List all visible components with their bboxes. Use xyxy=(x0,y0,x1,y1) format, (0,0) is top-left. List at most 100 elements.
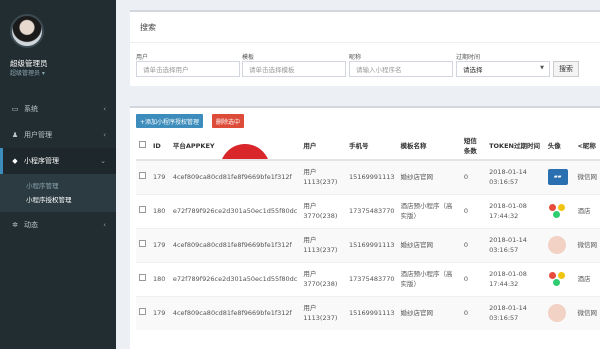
cell-nickname: 酒店 xyxy=(574,193,600,228)
cell-expire: 2018-01-14 03:16:57 xyxy=(486,159,545,194)
col-nickname[interactable]: <昵称 xyxy=(574,132,600,161)
cell-expire: 2018-01-08 17:44:32 xyxy=(486,261,545,296)
cell-expire: 2018-01-14 03:16:57 xyxy=(486,295,545,330)
user-role[interactable]: 超级管理员 ▾ xyxy=(10,68,80,77)
search-box-title: 搜索 xyxy=(140,23,156,32)
divider xyxy=(130,42,600,43)
table-header-row: ID 平台APPKEY 用户 手机号 模板名称 短信条数 TOKEN过期时间 头… xyxy=(136,132,600,161)
cell-id: 180 xyxy=(149,261,170,296)
cell-id: 180 xyxy=(149,193,170,228)
row-checkbox[interactable] xyxy=(136,227,150,262)
search-button[interactable]: 搜索 xyxy=(553,61,579,77)
cell-phone: 17375483770 xyxy=(346,261,398,296)
expire-select-value: 请选择 xyxy=(463,66,483,74)
sidebar-submenu: 小程序管理 小程序授权管理 xyxy=(0,174,116,212)
table-row[interactable]: 179 4cef809ca80cd81fe8f9669bfe1f312f 用户1… xyxy=(136,227,600,262)
row-checkbox[interactable] xyxy=(136,159,150,194)
cell-nickname: 微信网 xyxy=(574,295,600,330)
sidebar-menu: ▭ 系统 ‹ ♟ 用户管理 ‹ ◆ 小程序管理 ⌄ 小程序管理 小程序授权管理 … xyxy=(0,96,116,238)
avatar-thumbnail xyxy=(547,236,566,254)
caret-down-icon: ▼ xyxy=(540,65,544,71)
col-sms[interactable]: 短信条数 xyxy=(460,132,487,161)
chevron-left-icon: ‹ xyxy=(103,131,106,139)
cell-nickname: 微信网 xyxy=(574,227,600,262)
table-row[interactable]: 180 e72f789f926ce2d301a50ec1d55f80dc 用户3… xyxy=(136,193,600,228)
table-box: +添加小程序授权管理 删除选中 ID 平台APPKEY 用户 手机号 模板名称 … xyxy=(130,106,600,349)
avatar[interactable] xyxy=(10,14,44,48)
cell-id: 179 xyxy=(149,227,170,262)
row-checkbox[interactable] xyxy=(136,193,150,228)
col-expire[interactable]: TOKEN过期时间 xyxy=(486,132,545,161)
cell-template: 酒店预小程序（高实版） xyxy=(397,261,461,296)
cell-expire: 2018-01-14 03:16:57 xyxy=(486,227,545,262)
cell-avatar xyxy=(544,295,575,330)
user-field[interactable]: 请单击选择用户 xyxy=(136,61,240,77)
sidebar-item-label: 动态 xyxy=(24,221,38,229)
sidebar-item-users[interactable]: ♟ 用户管理 ‹ xyxy=(0,122,116,148)
chat-icon: ◆ xyxy=(12,157,18,165)
cell-sms: 0 xyxy=(460,193,487,228)
chevron-left-icon: ‹ xyxy=(103,221,106,229)
template-field-label: 模板 xyxy=(242,54,255,61)
expire-field-label: 过期时间 xyxy=(456,54,481,61)
cell-user: 用户1113(237) xyxy=(300,159,347,194)
col-appkey[interactable]: 平台APPKEY xyxy=(169,132,301,161)
users-icon: ♟ xyxy=(11,131,19,139)
cell-appkey: 4cef809ca80cd81fe8f9669bfe1f312f xyxy=(169,295,301,330)
cell-id: 179 xyxy=(149,295,170,330)
expire-select[interactable]: 请选择 ▼ xyxy=(456,61,550,77)
template-field[interactable]: 请单击选择模板 xyxy=(242,61,346,77)
nickname-field-label: 昵称 xyxy=(349,54,362,61)
col-phone[interactable]: 手机号 xyxy=(346,132,398,161)
cell-template: 婚纱店官网 xyxy=(397,227,461,262)
nickname-input[interactable]: 请输入小程序名 xyxy=(349,61,453,77)
table-row[interactable]: 179 4cef809ca80cd81fe8f9669bfe1f312f 用户1… xyxy=(136,159,600,194)
sidebar-item-label: 用户管理 xyxy=(24,131,52,139)
main-content: 搜索 用户 请单击选择用户 模板 请单击选择模板 昵称 请输入小程序名 过期时间… xyxy=(116,0,600,349)
cell-nickname: 酒店 xyxy=(574,261,600,296)
table-row[interactable]: 180 e72f789f926ce2d301a50ec1d55f80dc 用户3… xyxy=(136,261,600,296)
sidebar-item-system[interactable]: ▭ 系统 ‹ xyxy=(0,96,116,122)
cell-appkey: e72f789f926ce2d301a50ec1d55f80dc xyxy=(169,261,301,296)
cell-user: 用户1113(237) xyxy=(300,227,347,262)
sidebar-item-label: 小程序管理 xyxy=(24,157,59,165)
user-panel: 超级管理员 超级管理员 ▾ xyxy=(10,14,48,77)
row-checkbox[interactable] xyxy=(136,295,150,330)
sidebar-subitem-authorization[interactable]: 小程序授权管理 xyxy=(0,192,116,206)
cell-user: 用户3770(238) xyxy=(300,193,347,228)
cell-user: 用户3770(238) xyxy=(300,261,347,296)
avatar-thumbnail xyxy=(547,304,566,323)
col-id[interactable]: ID xyxy=(149,132,170,161)
col-avatar[interactable]: 头像 xyxy=(544,132,575,161)
chevron-left-icon: ‹ xyxy=(103,105,106,113)
col-user[interactable]: 用户 xyxy=(300,132,347,161)
cell-avatar xyxy=(544,261,575,296)
select-all-checkbox[interactable] xyxy=(136,132,150,161)
avatar-thumbnail: ▰▰ xyxy=(547,169,568,186)
cell-avatar xyxy=(544,227,575,262)
row-checkbox[interactable] xyxy=(136,261,150,296)
sidebar: 超级管理员 超级管理员 ▾ ▭ 系统 ‹ ♟ 用户管理 ‹ ◆ 小程序管理 ⌄ … xyxy=(0,0,116,349)
cell-template: 酒店预小程序（高实版） xyxy=(397,193,461,228)
sidebar-item-label: 系统 xyxy=(24,105,38,113)
sidebar-item-dynamic[interactable]: ✲ 动态 ‹ xyxy=(0,212,116,238)
col-template[interactable]: 模板名称 xyxy=(397,132,461,161)
cell-sms: 0 xyxy=(460,261,487,296)
cell-id: 179 xyxy=(149,159,170,194)
delete-selected-button[interactable]: 删除选中 xyxy=(212,114,245,128)
cell-expire: 2018-01-08 17:44:32 xyxy=(486,193,545,228)
cell-phone: 15169991113 xyxy=(346,295,398,330)
table-row[interactable]: 179 4cef809ca80cd81fe8f9669bfe1f312f 用户1… xyxy=(136,295,600,330)
add-authorization-button[interactable]: +添加小程序授权管理 xyxy=(136,114,204,128)
cell-phone: 15169991113 xyxy=(346,227,398,262)
search-box: 搜索 用户 请单击选择用户 模板 请单击选择模板 昵称 请输入小程序名 过期时间… xyxy=(130,10,600,86)
cell-appkey: e72f789f926ce2d301a50ec1d55f80dc xyxy=(169,193,301,228)
cell-template: 婚纱店官网 xyxy=(397,295,461,330)
cell-phone: 15169991113 xyxy=(346,159,398,194)
monitor-icon: ▭ xyxy=(11,105,19,113)
cell-sms: 0 xyxy=(460,159,487,194)
cell-sms: 0 xyxy=(460,295,487,330)
sidebar-subitem-miniprogram[interactable]: 小程序管理 xyxy=(0,178,116,192)
chevron-down-icon: ⌄ xyxy=(100,157,106,165)
sidebar-item-miniprogram[interactable]: ◆ 小程序管理 ⌄ xyxy=(0,148,116,174)
